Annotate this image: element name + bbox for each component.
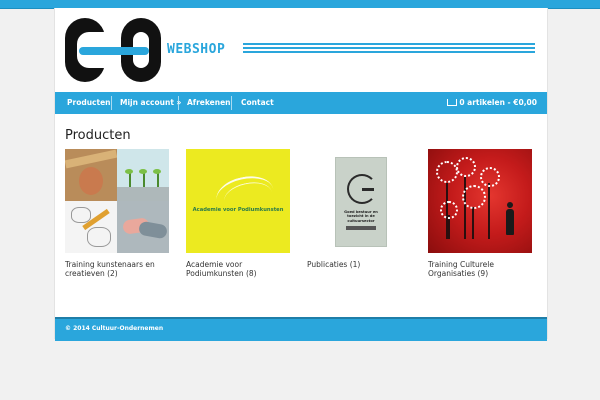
category-label: Training Culturele Organisaties (9) xyxy=(428,260,532,278)
header-stripes xyxy=(243,43,535,55)
nav-item-mijn-account[interactable]: Mijn account » xyxy=(120,92,181,114)
logo-dash xyxy=(79,47,149,55)
category-count: (1) xyxy=(349,260,361,269)
category-label: Publicaties (1) xyxy=(307,260,411,269)
book-cover-image: Goed bestuur en toezicht in de cultuurse… xyxy=(335,157,387,247)
category-thumbnail-publicaties: Goed bestuur en toezicht in de cultuurse… xyxy=(307,149,411,253)
main-navigation: Producten Mijn account » Afrekenen Conta… xyxy=(55,92,547,114)
site-footer: © 2014 Cultuur-Ondernemen xyxy=(55,317,547,341)
category-label: Academie voor Podiumkunsten (8) xyxy=(186,260,290,278)
cart-summary-label: 0 artikelen - €0,00 xyxy=(459,98,537,107)
category-thumbnail-collage xyxy=(65,149,169,253)
nav-item-contact[interactable]: Contact xyxy=(241,92,274,114)
product-category-card[interactable]: Training Culturele Organisaties (9) xyxy=(428,149,532,278)
nav-item-afrekenen[interactable]: Afrekenen xyxy=(187,92,231,114)
category-label: Training kunstenaars en creatieven (2) xyxy=(65,260,169,278)
category-thumbnail-organisaties xyxy=(428,149,532,253)
nav-divider xyxy=(178,96,179,110)
category-name: Publicaties xyxy=(307,260,348,269)
category-name: Academie voor Podiumkunsten xyxy=(186,260,244,278)
nav-divider xyxy=(111,96,112,110)
cart-summary[interactable]: 0 artikelen - €0,00 xyxy=(447,92,537,114)
category-count: (8) xyxy=(245,269,257,278)
webshop-wordmark: WEBSHOP xyxy=(167,42,226,57)
book-cover-title: Goed bestuur en toezicht in de cultuurse… xyxy=(344,210,378,223)
nav-item-producten[interactable]: Producten xyxy=(67,92,111,114)
category-count: (9) xyxy=(477,269,489,278)
site-logo[interactable] xyxy=(65,18,161,82)
thumbnail-title: Academie voor Podiumkunsten xyxy=(192,207,284,213)
category-count: (2) xyxy=(107,269,118,278)
product-category-card[interactable]: Goed bestuur en toezicht in de cultuurse… xyxy=(307,149,411,269)
page-title: Producten xyxy=(65,128,131,143)
footer-copyright: © 2014 Cultuur-Ondernemen xyxy=(65,325,164,332)
nav-divider xyxy=(231,96,232,110)
category-thumbnail-academie: Academie voor Podiumkunsten xyxy=(186,149,290,253)
shopping-cart-icon xyxy=(447,99,458,106)
product-category-card[interactable]: Training kunstenaars en creatieven (2) xyxy=(65,149,169,278)
page-container: WEBSHOP Producten Mijn account » Afreken… xyxy=(54,8,548,341)
product-category-card[interactable]: Academie voor Podiumkunsten Academie voo… xyxy=(186,149,290,278)
